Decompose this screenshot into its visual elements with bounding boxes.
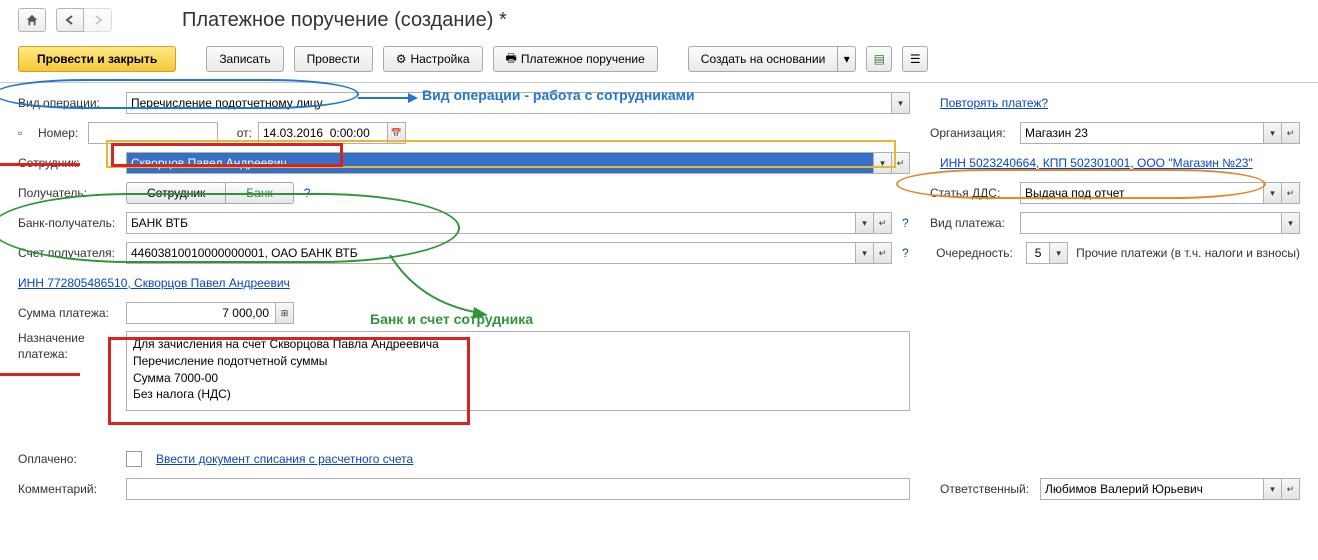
create-based-button[interactable]: Создать на основании <box>688 46 839 72</box>
paid-checkbox[interactable] <box>126 451 142 467</box>
create-based-dropdown[interactable]: ▾ <box>838 46 856 72</box>
submit-close-button[interactable]: Провести и закрыть <box>18 46 176 72</box>
account-label: Счет получателя: <box>18 246 126 260</box>
document-icon: ▤ <box>874 52 885 66</box>
bank-help[interactable]: ? <box>902 216 909 230</box>
recipient-tab-bank[interactable]: Банк <box>226 182 293 204</box>
responsible-label: Ответственный: <box>940 482 1040 496</box>
date-label: от: <box>218 126 258 140</box>
employee-label: Сотрудник: <box>18 156 126 170</box>
list-icon: ☰ <box>910 52 921 66</box>
bank-open[interactable]: ↵ <box>874 212 892 234</box>
doc-icon: ▫ <box>18 126 38 140</box>
amount-label: Сумма платежа: <box>18 306 126 320</box>
op-type-field[interactable] <box>126 92 892 114</box>
org-label: Организация: <box>930 126 1020 140</box>
responsible-open[interactable]: ↵ <box>1282 478 1300 500</box>
comment-label: Комментарий: <box>18 482 126 496</box>
page-title: Платежное поручение (создание) * <box>182 9 507 32</box>
paid-label: Оплачено: <box>18 452 126 466</box>
dds-label: Статья ДДС: <box>930 186 1020 200</box>
number-field[interactable] <box>88 122 218 144</box>
employee-dropdown[interactable]: ▾ <box>874 152 892 174</box>
priority-desc: Прочие платежи (в т.ч. налоги и взносы) <box>1076 246 1300 260</box>
priority-label: Очередность: <box>936 246 1026 260</box>
comment-field[interactable] <box>126 478 910 500</box>
recipient-label: Получатель: <box>18 186 126 200</box>
responsible-field[interactable] <box>1040 478 1264 500</box>
account-open[interactable]: ↵ <box>874 242 892 264</box>
date-picker-button[interactable]: 📅 <box>388 122 406 144</box>
payment-type-label: Вид платежа: <box>930 216 1020 230</box>
purpose-label: Назначение платежа: <box>18 331 126 362</box>
dds-dropdown[interactable]: ▾ <box>1264 182 1282 204</box>
payment-order-button[interactable]: 🖶 Платежное поручение <box>493 46 658 72</box>
purpose-field[interactable] <box>126 331 910 411</box>
org-inn-link[interactable]: ИНН 5023240664, КПП 502301001, ООО "Мага… <box>940 156 1253 170</box>
back-button[interactable] <box>56 8 84 32</box>
dds-open[interactable]: ↵ <box>1282 182 1300 204</box>
list-button[interactable]: ☰ <box>902 46 928 72</box>
responsible-dropdown[interactable]: ▾ <box>1264 478 1282 500</box>
bank-label: Банк-получатель: <box>18 216 126 230</box>
employee-field[interactable] <box>126 152 874 174</box>
priority-field[interactable] <box>1026 242 1050 264</box>
forward-button[interactable] <box>84 8 112 32</box>
recipient-tab-employee[interactable]: Сотрудник <box>126 182 226 204</box>
amount-field[interactable] <box>126 302 276 324</box>
payment-type-dropdown[interactable]: ▾ <box>1282 212 1300 234</box>
printer-icon: 🖶 <box>506 49 517 70</box>
org-open[interactable]: ↵ <box>1282 122 1300 144</box>
account-field[interactable] <box>126 242 856 264</box>
bank-dropdown[interactable]: ▾ <box>856 212 874 234</box>
gear-icon: ⚙ <box>396 52 407 66</box>
bank-field[interactable] <box>126 212 856 234</box>
paid-link[interactable]: Ввести документ списания с расчетного сч… <box>156 452 413 466</box>
org-dropdown[interactable]: ▾ <box>1264 122 1282 144</box>
settings-button[interactable]: ⚙ Настройка <box>383 46 483 72</box>
dds-field[interactable] <box>1020 182 1264 204</box>
home-button[interactable] <box>18 8 46 32</box>
org-field[interactable] <box>1020 122 1264 144</box>
report-button[interactable]: ▤ <box>866 46 892 72</box>
number-label: Номер: <box>38 126 88 140</box>
amount-calc[interactable]: ⊞ <box>276 302 294 324</box>
recipient-help[interactable]: ? <box>304 186 311 200</box>
employee-open[interactable]: ↵ <box>892 152 910 174</box>
repeat-payment-link[interactable]: Повторять платеж? <box>940 96 1048 110</box>
date-field[interactable] <box>258 122 388 144</box>
save-button[interactable]: Записать <box>206 46 283 72</box>
priority-dropdown[interactable]: ▾ <box>1050 242 1068 264</box>
account-dropdown[interactable]: ▾ <box>856 242 874 264</box>
employee-inn-link[interactable]: ИНН 772805486510, Скворцов Павел Андреев… <box>18 276 290 290</box>
op-type-label: Вид операции: <box>18 96 126 110</box>
payment-type-field[interactable] <box>1020 212 1282 234</box>
submit-button[interactable]: Провести <box>294 46 373 72</box>
account-help[interactable]: ? <box>902 246 909 260</box>
op-type-dropdown[interactable]: ▾ <box>892 92 910 114</box>
